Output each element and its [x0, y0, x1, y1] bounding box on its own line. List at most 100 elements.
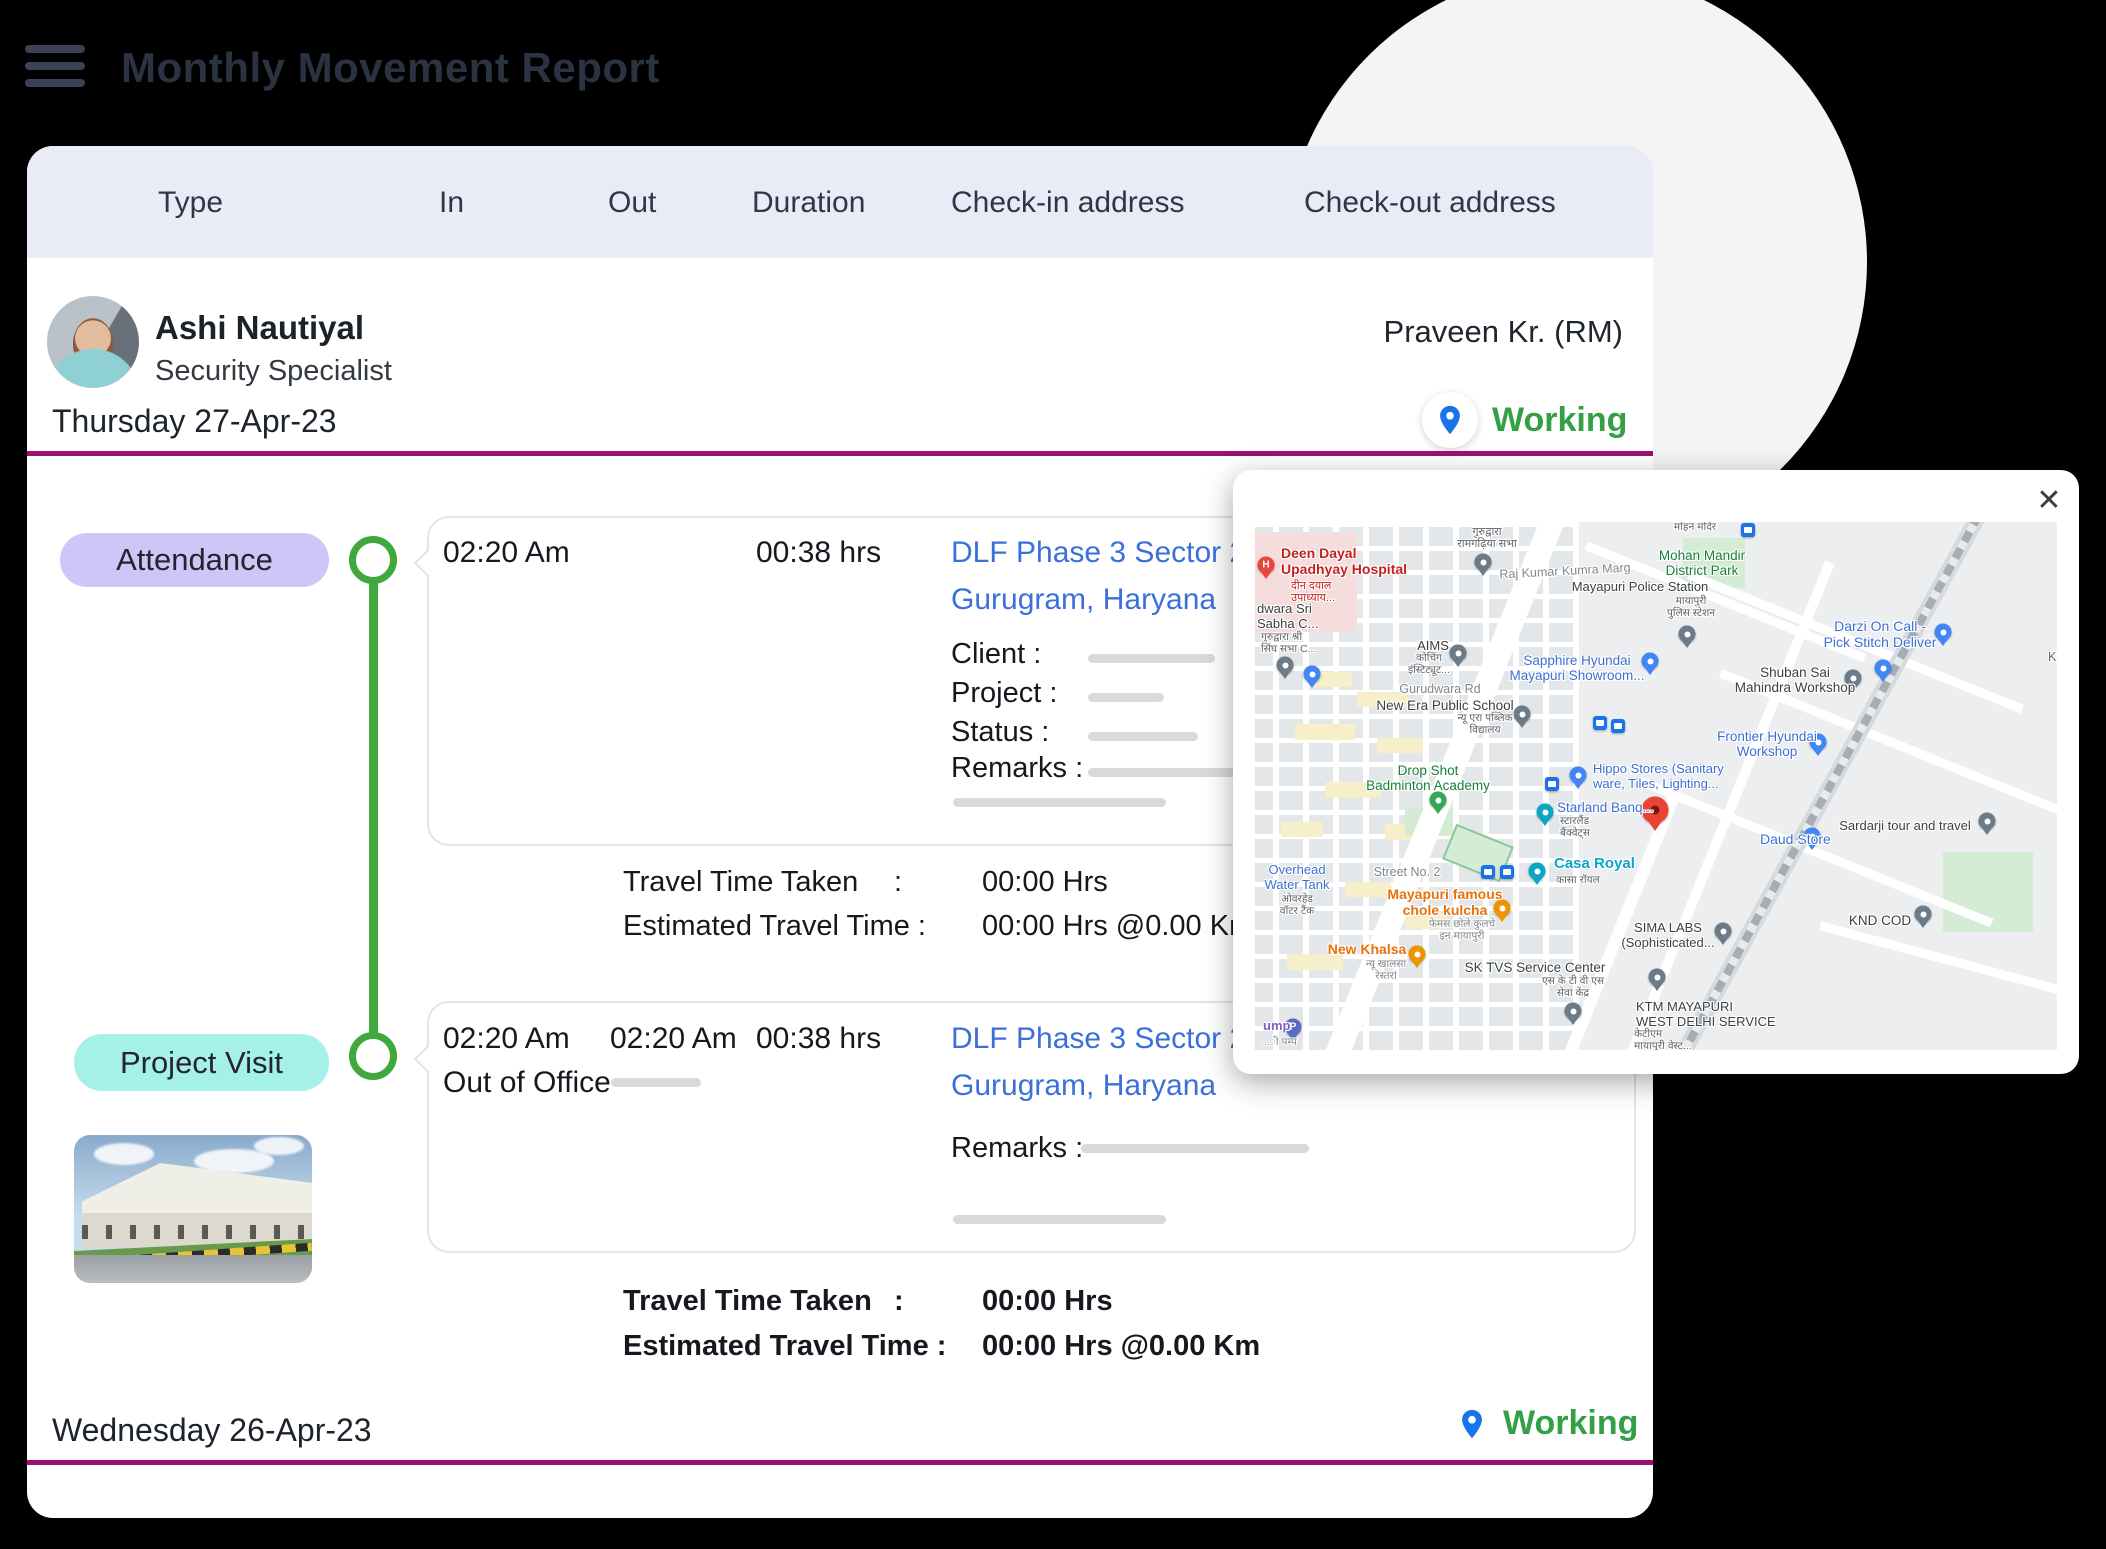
map-label: KTM MAYAPURI WEST DELHI SERVICE	[1636, 1000, 1776, 1029]
map-label: New Khalsa	[1328, 942, 1407, 958]
map-label: कासा रॉयल	[1556, 875, 1600, 887]
map-label: Deen Dayal Upadhyay Hospital	[1281, 546, 1407, 578]
card-notch	[414, 1045, 442, 1073]
map-label: मायापुरी पुलिस स्टेशन	[1667, 596, 1715, 620]
map-labels-layer: Deen Dayal Upadhyay Hospitalदीन दयाल उपा…	[1255, 522, 2057, 1050]
timeline-line	[369, 560, 378, 1056]
estimated-travel-time-value: 00:00 Hrs @0.00 Km	[982, 1330, 1260, 1363]
map-label: न्यू खालसा रेस्तरां	[1366, 959, 1406, 983]
map-label: फेमस छोले कुलचे इन मायापुरी	[1429, 919, 1495, 943]
working-status-text: Working	[1492, 401, 1627, 440]
travel-time-colon: :	[894, 1285, 904, 1318]
map-label: Daud Store	[1760, 832, 1831, 848]
map-label: Hippo Stores (Sanitary ware, Tiles, Ligh…	[1593, 762, 1724, 791]
attendance-duration: 00:38 hrs	[756, 536, 881, 570]
visit-address-link[interactable]: Gurugram, Haryana	[951, 1069, 1216, 1103]
remarks-label: Remarks :	[951, 752, 1083, 785]
employee-role: Security Specialist	[155, 355, 392, 388]
visit-checkin-time: 02:20 Am	[443, 1022, 570, 1056]
travel-time-taken-label: Travel Time Taken	[623, 866, 858, 899]
location-pin-icon	[1433, 403, 1467, 437]
travel-time-taken-label: Travel Time Taken	[623, 1285, 872, 1318]
map-canvas[interactable]: HP Deen Dayal Upadhyay Hospitalदीन दयाल …	[1255, 522, 2057, 1050]
estimated-travel-time-label: Estimated Travel Time :	[623, 1330, 946, 1363]
map-label: Mayapuri famous chole kulcha	[1387, 887, 1502, 919]
map-label: Gurudwara Rd	[1399, 682, 1480, 696]
card-notch	[414, 549, 442, 577]
estimated-travel-time-label: Estimated Travel Time :	[623, 910, 926, 943]
out-of-office-status: Out of Office	[443, 1066, 611, 1100]
map-label: Kir	[2048, 650, 2057, 664]
map-label: Frontier Hyundai Workshop	[1717, 729, 1817, 760]
travel-time-colon: :	[894, 866, 902, 899]
visit-address-link[interactable]: DLF Phase 3 Sector 24,	[951, 1022, 1271, 1056]
travel-time-taken-value: 00:00 Hrs	[982, 1285, 1113, 1318]
value-placeholder	[953, 798, 1166, 807]
day-date: Wednesday 26-Apr-23	[52, 1412, 372, 1449]
map-label: Mohan Mandir District Park	[1659, 548, 1745, 579]
timeline-node	[349, 536, 397, 584]
working-status-text: Working	[1503, 1404, 1638, 1443]
page-title: Monthly Movement Report	[121, 44, 660, 92]
map-label: SK TVS Service Center	[1465, 960, 1606, 975]
hamburger-menu-icon[interactable]	[25, 45, 85, 97]
value-placeholder	[1088, 768, 1242, 777]
column-header-checkout-address: Check-out address	[1304, 186, 1556, 220]
map-label: स्टारलैंड बैंक्वेट्स	[1560, 816, 1590, 840]
column-header-checkin-address: Check-in address	[951, 186, 1184, 220]
map-label: ump	[1263, 1019, 1290, 1034]
map-label: ...ी पम्प	[1261, 1037, 1297, 1049]
map-label: SIMA LABS (Sophisticated...	[1621, 921, 1714, 950]
employee-avatar	[47, 296, 139, 388]
map-label: कोचिंग इंस्टिट्यूट...	[1408, 653, 1450, 677]
day-date: Thursday 27-Apr-23	[52, 403, 337, 440]
map-label: केटीएम मायापुरी वेस्ट...	[1634, 1029, 1692, 1050]
estimated-travel-time-value: 00:00 Hrs @0.00 Km	[982, 910, 1253, 943]
map-label: ओवरहेड वॉटर टैंक	[1280, 894, 1314, 918]
map-label: Mayapuri Police Station	[1572, 580, 1709, 595]
location-pin-chip	[1422, 392, 1478, 448]
map-label: Darzi On Call - Pick Stitch Deliver	[1824, 619, 1937, 651]
map-label: Starland Banq...	[1557, 800, 1654, 815]
map-label: Sardarji tour and travel	[1839, 819, 1971, 834]
day-divider	[27, 451, 1653, 456]
table-header: Type In Out Duration Check-in address Ch…	[27, 146, 1653, 258]
reporting-manager: Praveen Kr. (RM)	[1384, 314, 1623, 350]
value-placeholder	[1088, 693, 1164, 702]
column-header-in: In	[439, 186, 464, 220]
map-label: KND COD	[1849, 913, 1911, 928]
map-label: Shuban Sai Mahindra Workshop	[1735, 665, 1856, 696]
client-label: Client :	[951, 638, 1041, 671]
day-divider	[27, 1460, 1653, 1465]
map-label: Sapphire Hyundai Mayapuri Showroom...	[1509, 653, 1644, 684]
travel-time-taken-value: 00:00 Hrs	[982, 866, 1108, 899]
map-label: New Era Public School	[1376, 698, 1513, 713]
type-badge-project-visit: Project Visit	[74, 1034, 329, 1091]
type-badge-attendance: Attendance	[60, 533, 329, 587]
site-photo-thumbnail[interactable]	[74, 1135, 312, 1283]
map-label: Drop Shot Badminton Academy	[1366, 763, 1490, 794]
timeline-node	[349, 1032, 397, 1080]
location-pin-icon	[1455, 1407, 1489, 1441]
map-popup: ✕ HP Deen Dayal Upadhyay Hospit	[1233, 470, 2079, 1074]
value-placeholder	[611, 1078, 701, 1087]
map-label: गुरुद्वारा श्री सिंघ सभा C...	[1261, 632, 1316, 656]
remarks-label: Remarks :	[951, 1132, 1083, 1165]
value-placeholder	[1088, 732, 1198, 741]
status-label: Status :	[951, 716, 1049, 749]
working-status-badge[interactable]: Working	[1422, 392, 1627, 448]
column-header-type: Type	[158, 186, 223, 220]
attendance-address-link[interactable]: Gurugram, Haryana	[951, 583, 1216, 617]
close-icon[interactable]: ✕	[2029, 480, 2069, 520]
working-status-badge[interactable]: Working	[1455, 1404, 1638, 1443]
visit-checkout-time: 02:20 Am	[610, 1022, 737, 1056]
map-label: न्यू एरा पब्लिक विद्यालय	[1457, 713, 1512, 737]
map-label: गुरुद्वारा रामगढ़िया सभा	[1457, 526, 1516, 551]
value-placeholder	[953, 1215, 1166, 1224]
attendance-address-link[interactable]: DLF Phase 3 Sector 24,	[951, 536, 1271, 570]
map-label: dwara Sri Sabha C...	[1257, 602, 1318, 631]
project-label: Project :	[951, 677, 1057, 710]
value-placeholder	[1081, 1144, 1309, 1153]
map-label: Overhead Water Tank	[1264, 863, 1329, 892]
map-label: Street No. 2	[1374, 865, 1441, 879]
